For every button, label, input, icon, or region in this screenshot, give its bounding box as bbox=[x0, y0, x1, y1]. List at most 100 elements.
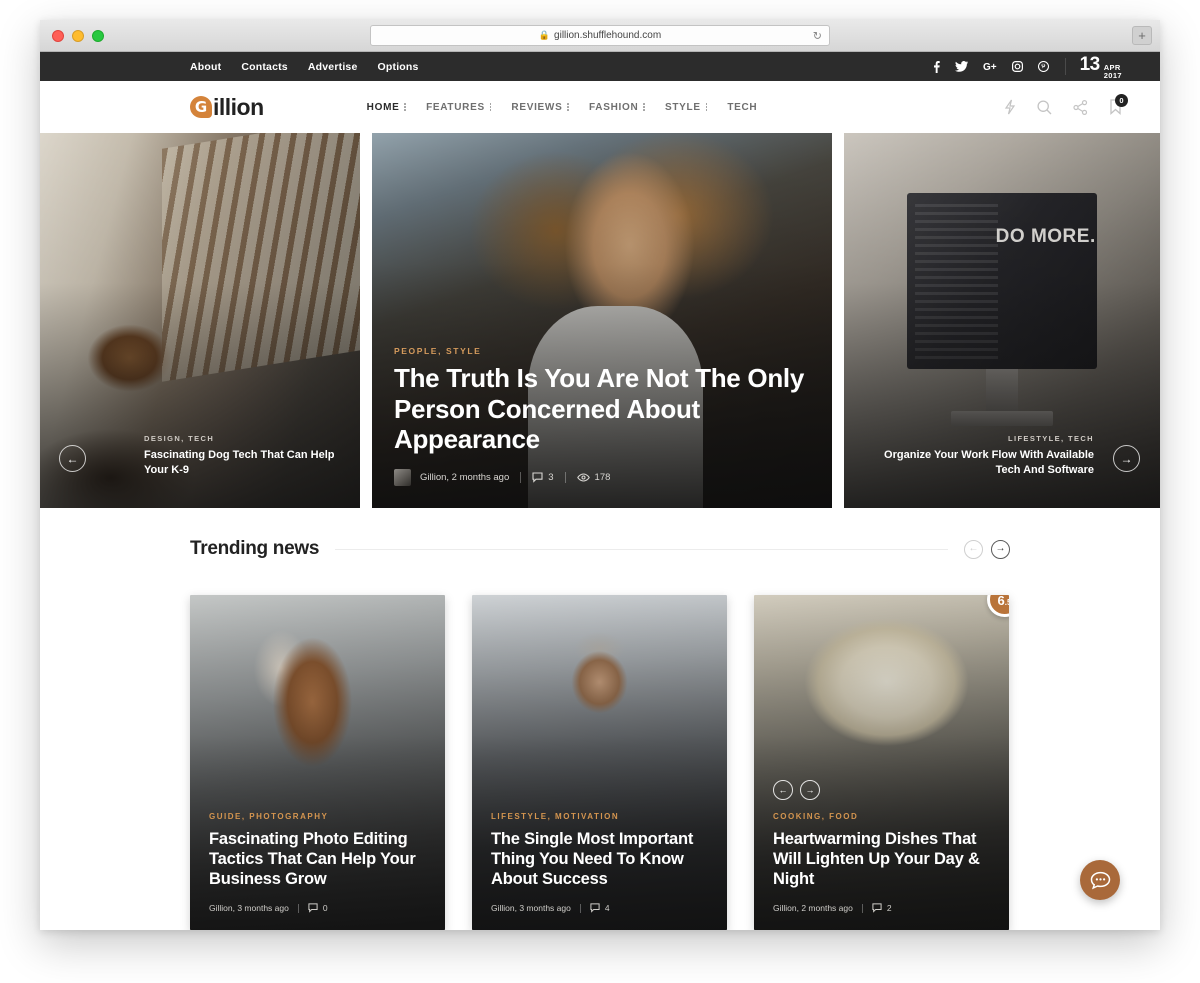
hero-author-time: Gillion, 2 months ago bbox=[420, 472, 510, 483]
meta-divider bbox=[520, 472, 522, 483]
facebook-icon[interactable] bbox=[933, 60, 940, 73]
minimize-window-button[interactable] bbox=[72, 29, 84, 42]
trending-prev-button[interactable]: ← bbox=[964, 539, 983, 559]
lock-icon: 🔒 bbox=[538, 30, 551, 40]
hero-categories[interactable]: PEOPLE, STYLE bbox=[394, 346, 810, 356]
comment-icon bbox=[872, 903, 882, 913]
share-icon[interactable] bbox=[1073, 99, 1088, 115]
maximize-window-button[interactable] bbox=[92, 29, 104, 42]
hero-slide-center[interactable]: PEOPLE, STYLE The Truth Is You Are Not T… bbox=[372, 133, 832, 508]
section-title: Trending news bbox=[190, 538, 320, 559]
reload-icon[interactable]: ↻ bbox=[813, 29, 822, 42]
card-comment-count[interactable]: 4 bbox=[590, 903, 610, 913]
card-author-time: Gillion, 2 months ago bbox=[773, 903, 853, 913]
card-prev-button[interactable]: ← bbox=[773, 780, 793, 800]
chevron-dots-icon bbox=[643, 103, 645, 111]
hero-slide-right[interactable]: DO MORE. → LIFESTYLE, TECH Organize Your… bbox=[844, 133, 1160, 508]
hero-categories[interactable]: DESIGN, TECH bbox=[144, 434, 338, 443]
trending-next-button[interactable]: → bbox=[991, 539, 1010, 559]
search-icon[interactable] bbox=[1037, 99, 1052, 115]
date-year: 2017 bbox=[1103, 70, 1122, 80]
hero-title[interactable]: Fascinating Dog Tech That Can Help Your … bbox=[144, 448, 338, 478]
meta-divider bbox=[297, 903, 299, 913]
card-comment-count[interactable]: 2 bbox=[872, 903, 892, 913]
address-bar[interactable]: 🔒 gillion.shufflehound.com ↻ bbox=[370, 25, 830, 46]
window-traffic-lights bbox=[52, 29, 104, 42]
pinterest-icon[interactable] bbox=[1037, 61, 1049, 72]
svg-text:G+: G+ bbox=[983, 62, 997, 72]
bookmark-icon[interactable]: 0 bbox=[1109, 94, 1128, 115]
eye-icon bbox=[576, 473, 590, 482]
card-comment-count[interactable]: 0 bbox=[308, 903, 328, 913]
topbar-divider bbox=[1064, 58, 1066, 75]
nav-item-reviews[interactable]: REVIEWS bbox=[511, 101, 570, 113]
new-tab-button[interactable]: + bbox=[1132, 26, 1152, 45]
hero-slider: ← DESIGN, TECH Fascinating Dog Tech That… bbox=[40, 133, 1160, 508]
nav-label: REVIEWS bbox=[511, 101, 563, 113]
nav-item-style[interactable]: STYLE bbox=[665, 101, 708, 113]
nav-item-fashion[interactable]: FASHION bbox=[589, 102, 645, 113]
comment-icon bbox=[590, 903, 600, 913]
topbar-link-about[interactable]: About bbox=[190, 61, 221, 73]
card-next-button[interactable]: → bbox=[800, 780, 820, 800]
trending-card[interactable]: 6 .5 ← → COOKING, FOOD Heartwarming Dish… bbox=[754, 595, 1009, 930]
card-categories[interactable]: GUIDE, PHOTOGRAPHY bbox=[209, 812, 426, 821]
current-date: 13 APR 2017 bbox=[1080, 54, 1122, 80]
trending-card-list: GUIDE, PHOTOGRAPHY Fascinating Photo Edi… bbox=[78, 560, 1122, 930]
card-meta: Gillion, 3 months ago 4 bbox=[491, 903, 708, 913]
topbar-link-advertise[interactable]: Advertise bbox=[308, 61, 358, 73]
utility-topbar: About Contacts Advertise Options G+ 13 A… bbox=[40, 52, 1160, 81]
site-logo[interactable]: G illion bbox=[190, 94, 264, 121]
nav-item-home[interactable]: HOME bbox=[366, 101, 407, 113]
chevron-dots-icon bbox=[567, 103, 570, 111]
date-day: 13 bbox=[1079, 53, 1101, 75]
trending-card[interactable]: LIFESTYLE, MOTIVATION The Single Most Im… bbox=[472, 595, 727, 930]
nav-label: TECH bbox=[727, 101, 758, 113]
chat-fab-button[interactable] bbox=[1080, 860, 1120, 900]
card-title[interactable]: Heartwarming Dishes That Will Lighten Up… bbox=[773, 829, 990, 889]
chevron-dots-icon bbox=[489, 103, 492, 111]
card-title[interactable]: Fascinating Photo Editing Tactics That C… bbox=[209, 829, 426, 889]
hero-meta: Gillion, 2 months ago 3 178 bbox=[394, 469, 810, 486]
hero-center-content: PEOPLE, STYLE The Truth Is You Are Not T… bbox=[372, 346, 832, 508]
lightning-icon[interactable] bbox=[1004, 99, 1016, 115]
meta-divider bbox=[579, 903, 581, 913]
hero-title[interactable]: The Truth Is You Are Not The Only Person… bbox=[394, 363, 810, 455]
social-icon-group: G+ bbox=[933, 60, 1049, 73]
topbar-link-options[interactable]: Options bbox=[378, 61, 419, 73]
url-text: gillion.shufflehound.com bbox=[554, 30, 662, 41]
twitter-icon[interactable] bbox=[954, 61, 968, 72]
hero-categories[interactable]: LIFESTYLE, TECH bbox=[866, 434, 1094, 443]
meta-divider bbox=[861, 903, 863, 913]
card-author-time: Gillion, 3 months ago bbox=[209, 903, 289, 913]
hero-title[interactable]: Organize Your Work Flow With Available T… bbox=[866, 448, 1094, 478]
nav-label: STYLE bbox=[665, 101, 701, 113]
hero-left-content: DESIGN, TECH Fascinating Dog Tech That C… bbox=[86, 434, 360, 508]
trending-card[interactable]: GUIDE, PHOTOGRAPHY Fascinating Photo Edi… bbox=[190, 595, 445, 930]
card-categories[interactable]: COOKING, FOOD bbox=[773, 812, 990, 821]
hero-right-content: LIFESTYLE, TECH Organize Your Work Flow … bbox=[844, 434, 1160, 508]
card-title[interactable]: The Single Most Important Thing You Need… bbox=[491, 829, 708, 889]
main-nav: HOME FEATURES REVIEWS FASHION STYLE TECH bbox=[367, 102, 758, 113]
hero-slide-left[interactable]: ← DESIGN, TECH Fascinating Dog Tech That… bbox=[40, 133, 360, 508]
nav-item-features[interactable]: FEATURES bbox=[426, 101, 492, 113]
card-meta: Gillion, 3 months ago 0 bbox=[209, 903, 426, 913]
nav-item-tech[interactable]: TECH bbox=[727, 102, 757, 113]
card-meta: Gillion, 2 months ago 2 bbox=[773, 903, 990, 913]
browser-window: 🔒 gillion.shufflehound.com ↻ + About Con… bbox=[40, 20, 1160, 930]
hero-comment-count[interactable]: 3 bbox=[532, 472, 554, 483]
close-window-button[interactable] bbox=[52, 29, 64, 42]
topbar-right: G+ 13 APR 2017 bbox=[933, 52, 1122, 81]
card-arrow-group: ← → bbox=[773, 780, 820, 800]
google-plus-icon[interactable]: G+ bbox=[983, 61, 997, 72]
card-categories[interactable]: LIFESTYLE, MOTIVATION bbox=[491, 812, 708, 821]
page-viewport: About Contacts Advertise Options G+ 13 A… bbox=[40, 52, 1160, 930]
trending-header: Trending news ← → bbox=[78, 538, 1122, 560]
score-whole: 6 bbox=[997, 595, 1005, 608]
hero-prev-button[interactable]: ← bbox=[59, 445, 86, 472]
card-body: COOKING, FOOD Heartwarming Dishes That W… bbox=[754, 812, 1009, 930]
nav-label: HOME bbox=[366, 101, 400, 113]
topbar-link-contacts[interactable]: Contacts bbox=[241, 61, 288, 73]
nav-label: FEATURES bbox=[426, 101, 485, 113]
instagram-icon[interactable] bbox=[1011, 61, 1023, 72]
